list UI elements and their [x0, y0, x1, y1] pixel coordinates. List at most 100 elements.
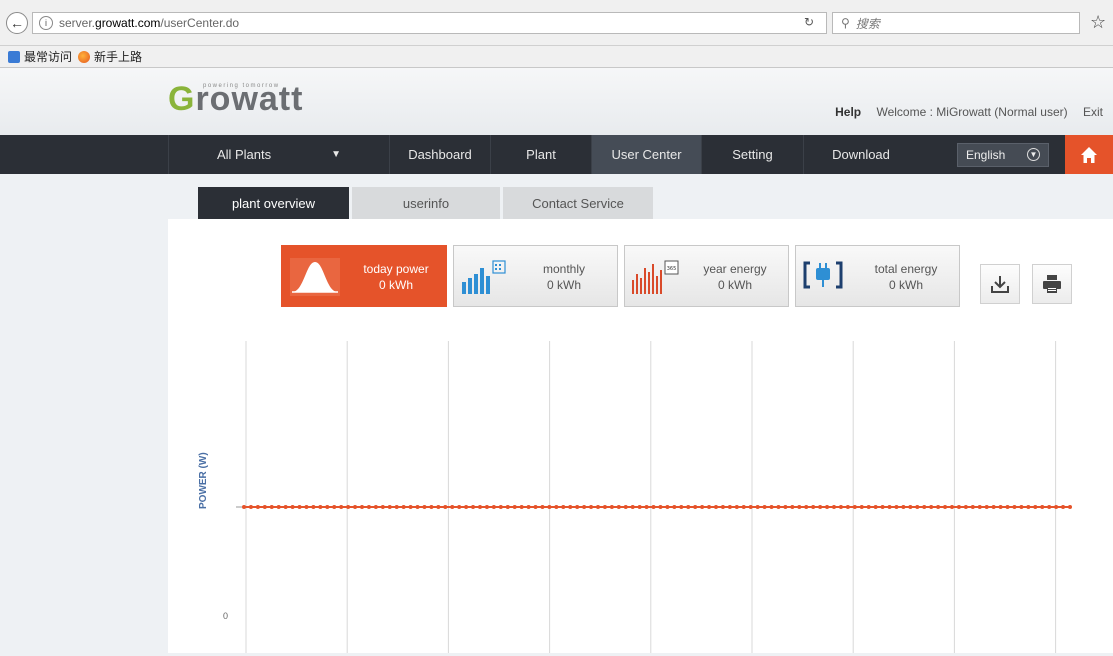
data-point [1005, 505, 1010, 509]
y-tick-label: 0 [223, 611, 229, 621]
data-point [929, 505, 934, 509]
language-value: English [966, 148, 1006, 162]
data-point [734, 505, 739, 509]
stat-value: 0 kWh [378, 278, 413, 292]
nav-download[interactable]: Download [803, 135, 918, 174]
data-point [262, 505, 267, 509]
print-icon [1043, 275, 1061, 293]
bookmark-star-icon[interactable]: ☆ [1090, 12, 1106, 33]
data-point [547, 505, 552, 509]
nav-all-plants-dropdown[interactable]: All Plants ▼ [168, 135, 389, 174]
data-point [936, 505, 941, 509]
data-point [859, 505, 864, 509]
data-point [269, 505, 274, 509]
data-point [533, 505, 538, 509]
data-point [498, 505, 503, 509]
data-point [970, 505, 975, 509]
nav-setting[interactable]: Setting [701, 135, 803, 174]
data-point [804, 505, 809, 509]
data-point [596, 505, 600, 509]
data-point [797, 505, 802, 509]
language-select[interactable]: English ▼ [957, 143, 1049, 167]
data-point [443, 505, 448, 509]
y-axis-label: POWER (W) [198, 452, 209, 509]
data-point [450, 505, 455, 509]
stat-monthly[interactable]: monthly 0 kWh [453, 245, 618, 307]
data-point [720, 505, 725, 509]
data-point [387, 505, 392, 509]
tab-contact-service[interactable]: Contact Service [503, 187, 653, 219]
main-nav: All Plants ▼ Dashboard Plant User Center … [0, 135, 1113, 174]
data-point [248, 505, 253, 509]
stat-value: 0 kWh [888, 278, 923, 292]
data-point [242, 505, 246, 509]
data-point [1033, 505, 1038, 509]
data-point [401, 505, 406, 509]
tab-plant-overview[interactable]: plant overview [198, 187, 349, 219]
data-point [568, 505, 573, 509]
back-arrow-icon[interactable]: ← [6, 12, 28, 34]
exit-link[interactable]: Exit [1083, 105, 1103, 119]
bookmark-most-visited[interactable]: 最常访问 [24, 48, 72, 65]
info-icon[interactable]: i [39, 16, 53, 30]
url-host: growatt.com [95, 16, 161, 30]
data-point [838, 505, 843, 509]
data-point [353, 505, 358, 509]
data-point [991, 505, 996, 509]
data-point [332, 505, 337, 509]
data-point [727, 505, 732, 509]
data-point [866, 505, 871, 509]
data-point [415, 505, 420, 509]
data-point [290, 505, 295, 509]
bar-365-icon: 365 [632, 260, 679, 294]
stat-total-energy[interactable]: total energy 0 kWh [795, 245, 960, 307]
data-point [748, 505, 753, 509]
data-point [1040, 505, 1045, 509]
firefox-icon [78, 50, 91, 63]
nav-plant[interactable]: Plant [490, 135, 591, 174]
data-point [714, 505, 718, 509]
browser-search-input[interactable]: ⚲ 搜索 [832, 12, 1080, 34]
data-point [297, 505, 302, 509]
download-icon [991, 276, 1009, 293]
data-point [998, 505, 1003, 509]
stat-today-power[interactable]: today power 0 kWh [281, 245, 447, 307]
data-point [1054, 505, 1059, 509]
reload-icon[interactable]: ↻ [804, 15, 814, 29]
help-link[interactable]: Help [835, 105, 861, 119]
data-point [582, 505, 587, 509]
data-point [589, 505, 594, 509]
data-point [1047, 505, 1052, 509]
data-point [339, 505, 344, 509]
data-point [901, 505, 906, 509]
data-point [811, 505, 816, 509]
data-point [519, 505, 524, 509]
stat-year-energy[interactable]: 365 year energy 0 kWh [624, 245, 789, 307]
data-point [963, 505, 968, 509]
nav-user-center[interactable]: User Center [591, 135, 701, 174]
data-point [464, 505, 469, 509]
download-button[interactable] [980, 264, 1020, 304]
address-bar[interactable]: i server. growatt.com/userCenter.do [32, 12, 827, 34]
print-button[interactable] [1032, 264, 1072, 304]
data-point [818, 505, 823, 509]
data-point [908, 505, 913, 509]
plant-overview-panel: today power 0 kWh monthly 0 kWh 365 year… [168, 219, 1113, 653]
data-point [707, 505, 712, 509]
data-point [943, 505, 948, 509]
nav-dashboard[interactable]: Dashboard [389, 135, 490, 174]
data-point [755, 505, 760, 509]
site-header: Growatt powering tomorrow Help Welcome :… [0, 68, 1113, 135]
data-point [769, 505, 774, 509]
stat-label: year energy [703, 262, 767, 276]
data-point [741, 505, 746, 509]
data-point [1061, 505, 1066, 509]
stat-label: monthly [542, 262, 586, 276]
home-button[interactable] [1065, 135, 1113, 174]
bookmark-getting-started[interactable]: 新手上路 [94, 48, 142, 65]
tab-userinfo[interactable]: userinfo [352, 187, 500, 219]
data-point [373, 505, 378, 509]
data-point [700, 505, 705, 509]
data-point [651, 505, 656, 509]
data-point [956, 505, 961, 509]
